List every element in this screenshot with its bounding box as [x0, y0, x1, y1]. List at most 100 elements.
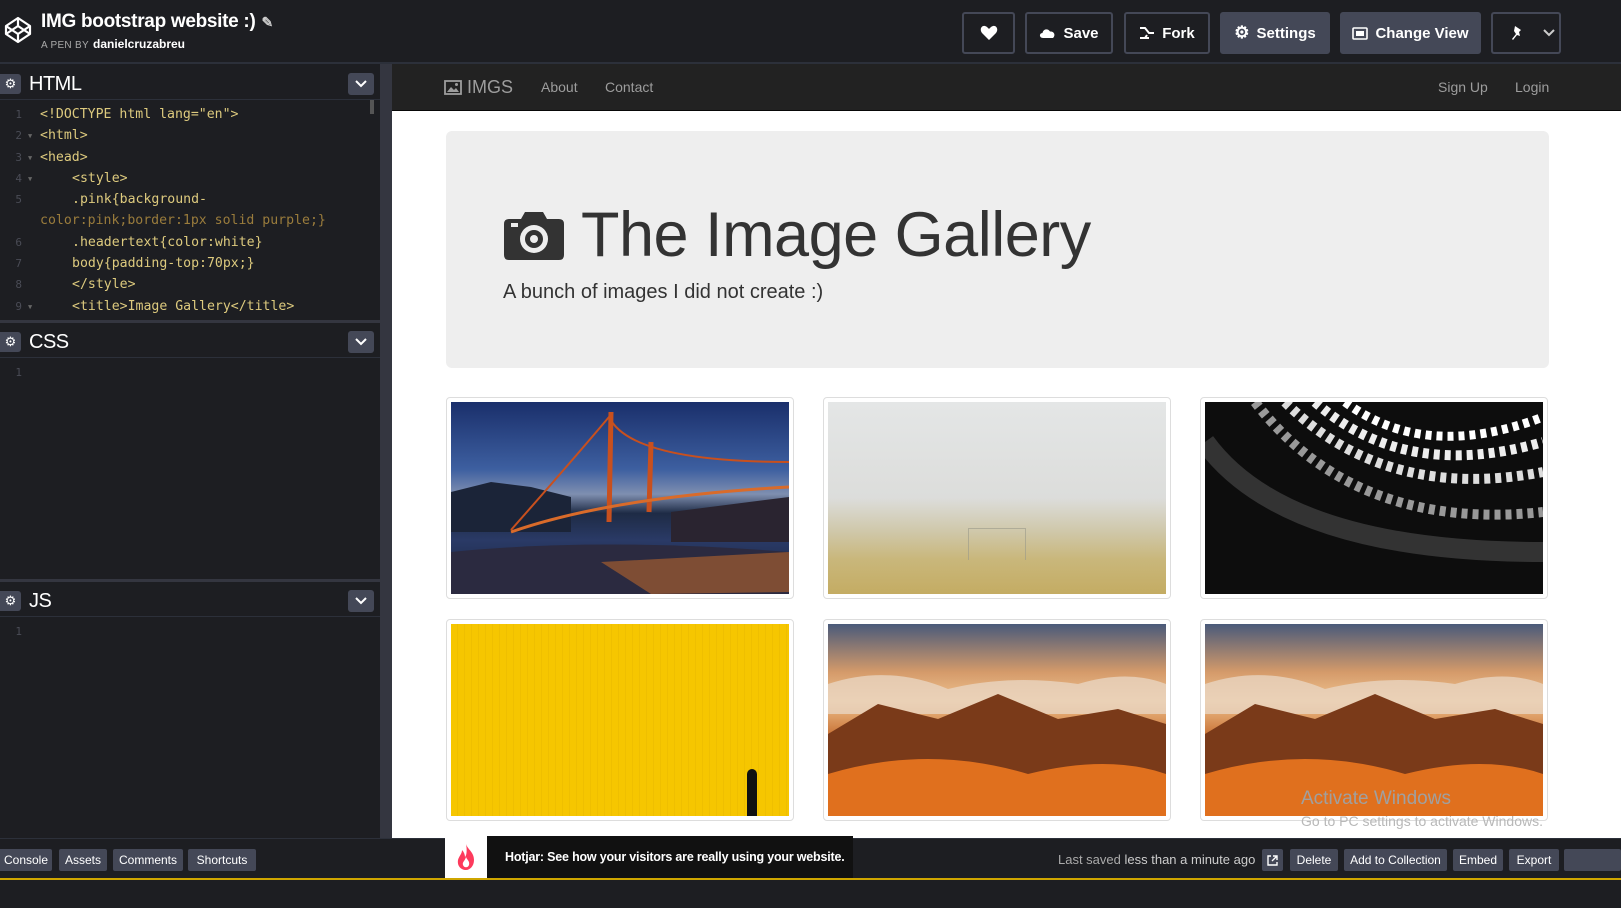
- js-code-area[interactable]: 1: [0, 621, 380, 831]
- layout-icon: [1352, 26, 1369, 40]
- fork-label: Fork: [1162, 24, 1195, 42]
- add-to-collection-button[interactable]: Add to Collection: [1344, 849, 1447, 871]
- code-line: 8 </style>: [0, 274, 380, 295]
- css-editor-title: CSS: [29, 331, 69, 353]
- hotjar-ad[interactable]: Hotjar: See how your visitors are really…: [445, 836, 853, 878]
- fork-button[interactable]: Fork: [1124, 12, 1210, 54]
- hotjar-ad-text: Hotjar: See how your visitors are really…: [505, 850, 845, 864]
- chevron-down-icon: [355, 597, 367, 605]
- codepen-logo-icon[interactable]: [3, 15, 33, 45]
- html-scrollbar[interactable]: [370, 100, 374, 114]
- nav-link-about[interactable]: About: [541, 79, 578, 95]
- js-editor-header: ⚙ JS: [0, 583, 380, 617]
- html-settings-gear-icon[interactable]: ⚙: [0, 74, 21, 94]
- gallery-thumbnail[interactable]: [823, 397, 1171, 599]
- line-number: 5: [15, 193, 22, 207]
- line-number: 1: [15, 366, 22, 379]
- editor-resizer[interactable]: [0, 579, 380, 582]
- comments-button[interactable]: Comments: [113, 849, 183, 871]
- assets-button[interactable]: Assets: [59, 849, 107, 871]
- console-button[interactable]: Console: [0, 849, 52, 871]
- nav-link-sign-up[interactable]: Sign Up: [1438, 79, 1488, 95]
- goal-post-shape: [968, 528, 1026, 560]
- line-number: 1: [15, 625, 22, 638]
- embed-button[interactable]: Embed: [1453, 849, 1503, 871]
- css-editor-menu-button[interactable]: [348, 331, 374, 353]
- brand-text: IMGS: [467, 77, 514, 97]
- export-button[interactable]: Export: [1509, 849, 1559, 871]
- heart-icon: [980, 25, 997, 40]
- change-view-button[interactable]: Change View: [1340, 12, 1481, 54]
- line-number: 2: [15, 129, 22, 143]
- gallery-thumbnail[interactable]: [446, 397, 794, 599]
- codepen-header: IMG bootstrap website :) ✎ A PEN BY daniel…: [0, 0, 1621, 64]
- fold-arrow-icon[interactable]: ▼: [28, 126, 32, 147]
- jumbotron-subtitle: A bunch of images I did not create :): [503, 281, 824, 303]
- gallery-thumbnail[interactable]: [1200, 397, 1548, 599]
- shortcuts-button[interactable]: Shortcuts: [188, 849, 256, 871]
- settings-button[interactable]: ⚙ Settings: [1220, 12, 1330, 54]
- js-settings-gear-icon[interactable]: ⚙: [0, 591, 21, 611]
- pencil-icon[interactable]: ✎: [261, 14, 273, 30]
- change-view-label: Change View: [1375, 24, 1469, 42]
- editor-resizer[interactable]: [0, 320, 380, 323]
- code-line: 1: [0, 621, 380, 642]
- code-text: <style>: [72, 170, 128, 186]
- settings-label: Settings: [1256, 24, 1316, 42]
- save-button[interactable]: Save: [1025, 12, 1113, 54]
- saved-prefix: Last saved: [1058, 852, 1121, 867]
- line-number: 7: [15, 257, 22, 271]
- js-editor-menu-button[interactable]: [348, 590, 374, 612]
- code-text: <head>: [40, 149, 88, 165]
- html-editor-header: ⚙ HTML: [0, 66, 380, 100]
- chevron-down-icon: [355, 80, 367, 88]
- code-text: <title>Image Gallery</title>: [72, 298, 295, 314]
- pin-icon: [1512, 26, 1521, 40]
- author-prefix: A PEN BY: [41, 40, 89, 51]
- code-text: body{padding-top:70px;}: [72, 256, 255, 272]
- line-number: 3: [15, 150, 22, 164]
- line-number: 8: [15, 278, 22, 292]
- delete-button[interactable]: Delete: [1290, 849, 1338, 871]
- pin-button[interactable]: [1491, 12, 1541, 54]
- author-link[interactable]: danielcruzabreu: [93, 37, 185, 51]
- activate-windows-title: Activate Windows: [1301, 788, 1451, 809]
- nav-link-login[interactable]: Login: [1515, 79, 1549, 95]
- code-line: 9 ▼ <title>Image Gallery</title>: [0, 296, 380, 317]
- more-options-button[interactable]: [1539, 12, 1561, 54]
- fold-arrow-icon[interactable]: ▼: [28, 169, 32, 190]
- picture-icon: [444, 80, 462, 95]
- gallery-thumbnail[interactable]: [823, 619, 1171, 821]
- bridge-scene: [451, 411, 789, 594]
- gallery-image-yellow-wall: [451, 624, 789, 816]
- code-line: 1: [0, 362, 380, 383]
- open-external-button[interactable]: [1262, 849, 1283, 871]
- gallery-thumbnail[interactable]: [446, 619, 794, 821]
- fold-arrow-icon[interactable]: ▼: [28, 148, 32, 169]
- activate-windows-subtitle: Go to PC settings to activate Windows.: [1301, 813, 1543, 829]
- heart-button[interactable]: [962, 12, 1015, 54]
- html-code-area[interactable]: 1 <!DOCTYPE html lang="en"> 2 ▼ <html> 3 ▼ <h…: [0, 104, 380, 317]
- fork-icon: [1140, 27, 1155, 39]
- code-line: color:pink;border:1px solid purple;}: [0, 210, 380, 231]
- code-text: .pink{background-: [72, 192, 207, 208]
- pen-title[interactable]: IMG bootstrap website :) ✎: [41, 11, 273, 33]
- fold-arrow-icon[interactable]: ▼: [28, 297, 32, 318]
- share-button[interactable]: [1564, 849, 1621, 871]
- code-line: 2 ▼ <html>: [0, 125, 380, 146]
- nav-link-contact[interactable]: Contact: [605, 79, 653, 95]
- preview-navbar: IMGS About Contact Sign Up Login: [392, 64, 1621, 111]
- camera-icon: [504, 212, 564, 260]
- gallery-image-mountain-sunset: [828, 624, 1166, 816]
- html-editor-menu-button[interactable]: [348, 73, 374, 95]
- pen-title-text: IMG bootstrap website :): [41, 11, 256, 32]
- line-number: 1: [15, 108, 22, 121]
- save-label: Save: [1063, 24, 1099, 42]
- css-code-area[interactable]: 1: [0, 362, 380, 580]
- js-editor-title: JS: [29, 590, 52, 612]
- code-line: 1 <!DOCTYPE html lang="en">: [0, 104, 380, 125]
- navbar-brand[interactable]: IMGS: [444, 77, 513, 98]
- gear-icon: ⚙: [1234, 23, 1250, 42]
- line-number: 4: [15, 171, 22, 185]
- css-settings-gear-icon[interactable]: ⚙: [0, 332, 21, 352]
